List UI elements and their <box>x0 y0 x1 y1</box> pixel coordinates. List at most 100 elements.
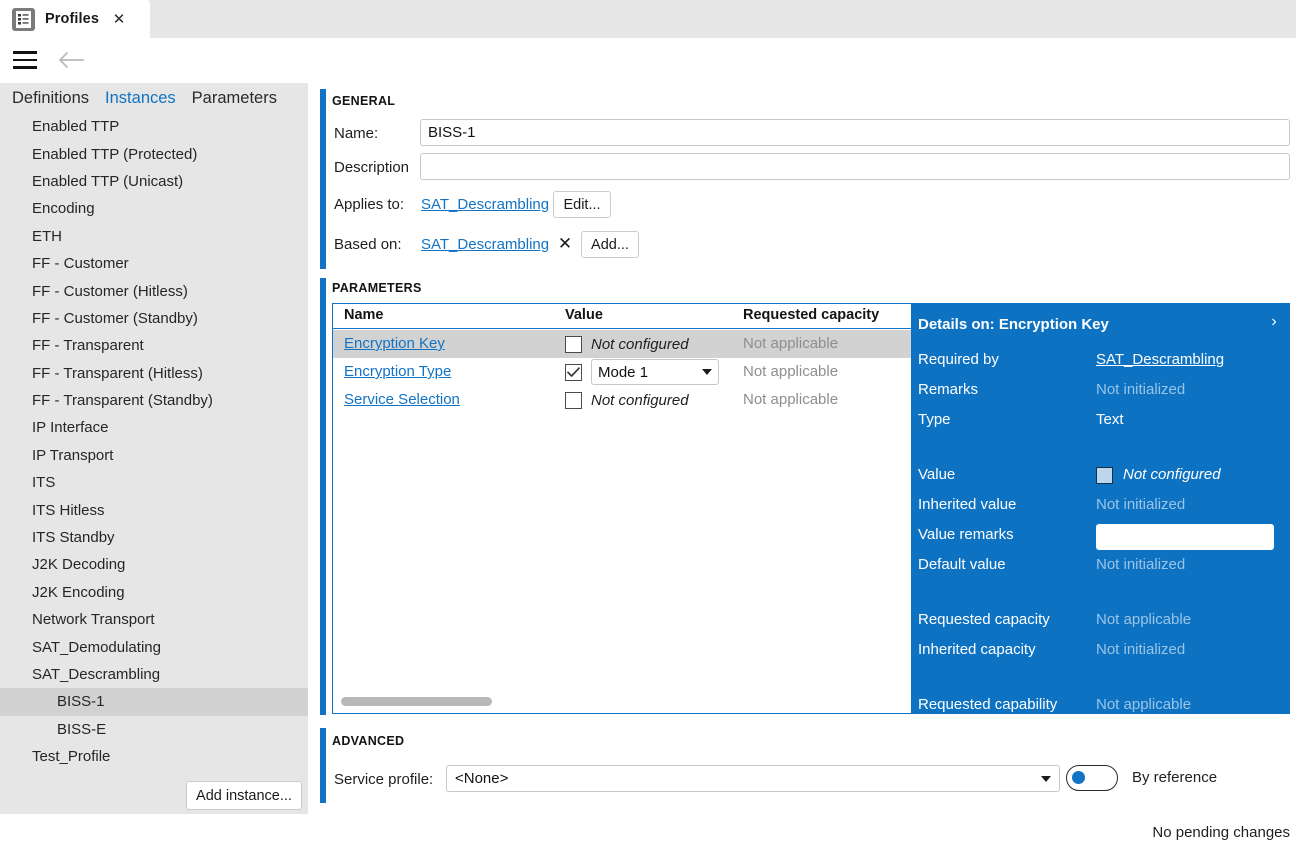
sidebar-item[interactable]: FF - Transparent <box>0 332 308 359</box>
dropdown-selected-value: Mode 1 <box>598 363 649 381</box>
tab-definitions[interactable]: Definitions <box>4 89 97 108</box>
sidebar-item-label: BISS-1 <box>57 693 105 711</box>
remove-based-on-icon[interactable]: ✕ <box>556 234 574 254</box>
tab-title: Profiles <box>45 11 99 27</box>
toolbar <box>0 38 1296 83</box>
sidebar-item-label: ITS <box>32 474 56 492</box>
parameter-name-link[interactable]: Encryption Key <box>344 335 445 352</box>
details-row: Default value Not initialized <box>911 552 1290 582</box>
profile-tree: Enabled TTP Enabled TTP (Protected) Enable… <box>0 113 308 793</box>
sidebar-item-label: Test_Profile <box>32 748 111 766</box>
sidebar-item[interactable]: IP Interface <box>0 414 308 441</box>
edit-button[interactable]: Edit... <box>553 191 611 218</box>
sidebar-item[interactable]: FF - Transparent (Hitless) <box>0 360 308 387</box>
add-instance-button[interactable]: Add instance... <box>186 781 302 810</box>
parameter-value-cell: Not configured <box>565 330 689 358</box>
sidebar-item[interactable]: Encoding <box>0 195 308 222</box>
value-remarks-input[interactable] <box>1096 524 1274 550</box>
details-panel-title: Details on: Encryption Key <box>918 316 1109 333</box>
general-section-heading: GENERAL <box>332 94 396 108</box>
parameter-value-cell: Not configured <box>565 386 689 414</box>
sidebar-item[interactable]: SAT_Descrambling <box>0 661 308 688</box>
by-reference-toggle[interactable] <box>1066 765 1118 791</box>
applies-to-link[interactable]: SAT_Descrambling <box>421 196 549 213</box>
description-input[interactable] <box>420 153 1290 180</box>
parameter-capacity-text: Not applicable <box>743 391 839 408</box>
sidebar-item-label: ETH <box>32 227 62 245</box>
checkbox-unchecked[interactable] <box>1096 467 1113 484</box>
service-profile-label: Service profile: <box>334 771 434 788</box>
sidebar-item[interactable]: BISS-1 <box>0 688 308 716</box>
details-row: Remarks Not initialized <box>911 377 1290 407</box>
details-row-key: Value <box>918 466 956 483</box>
hamburger-icon[interactable] <box>12 49 38 71</box>
details-row: Required by SAT_Descrambling <box>911 347 1290 377</box>
sidebar-item[interactable]: Enabled TTP (Protected) <box>0 140 308 167</box>
sidebar-item-label: J2K Encoding <box>32 583 125 601</box>
tab-instances[interactable]: Instances <box>97 89 184 108</box>
description-label: Description <box>334 159 410 176</box>
details-row-link[interactable]: SAT_Descrambling <box>1096 351 1224 368</box>
sidebar-item-label: J2K Decoding <box>32 556 126 574</box>
details-row-value: Not initialized <box>1096 556 1186 573</box>
chevron-down-icon <box>702 369 712 375</box>
sidebar-item[interactable]: ITS <box>0 469 308 496</box>
add-based-on-button[interactable]: Add... <box>581 231 639 258</box>
advanced-section-heading: ADVANCED <box>332 734 405 748</box>
sidebar-item[interactable]: J2K Decoding <box>0 551 308 578</box>
parameter-name-link[interactable]: Service Selection <box>344 391 460 408</box>
parameter-value-text: Not configured <box>591 391 689 409</box>
details-row: Value remarks <box>911 522 1290 552</box>
parameter-name-link[interactable]: Encryption Type <box>344 363 451 380</box>
details-row-value: Not configured <box>1123 466 1221 483</box>
applies-to-label: Applies to: <box>334 196 405 213</box>
sidebar-item[interactable]: Test_Profile <box>0 743 308 770</box>
column-header-name[interactable]: Name <box>344 307 384 323</box>
service-profile-select[interactable]: <None> <box>446 765 1060 792</box>
sidebar-item[interactable]: Network Transport <box>0 606 308 633</box>
details-row-value: Not initialized <box>1096 496 1186 513</box>
sidebar-item[interactable]: ITS Standby <box>0 524 308 551</box>
tab-parameters[interactable]: Parameters <box>184 89 285 108</box>
sidebar-item[interactable]: IP Transport <box>0 442 308 469</box>
sidebar-item-label: FF - Transparent <box>32 337 144 355</box>
sidebar-item[interactable]: FF - Customer (Standby) <box>0 305 308 332</box>
details-row: Value Not configured <box>911 462 1290 492</box>
checkbox-unchecked[interactable] <box>565 335 582 353</box>
sidebar-item[interactable]: FF - Customer <box>0 250 308 277</box>
sidebar-item-label: IP Interface <box>32 419 109 437</box>
checkbox-checked[interactable] <box>565 363 582 381</box>
sidebar-item[interactable]: FF - Customer (Hitless) <box>0 277 308 304</box>
sidebar-item-label: ITS Standby <box>32 529 115 547</box>
sidebar-item-label: Network Transport <box>32 611 155 629</box>
sidebar-item[interactable]: SAT_Demodulating <box>0 633 308 660</box>
checkbox-unchecked[interactable] <box>565 391 582 409</box>
sidebar-item[interactable]: BISS-E <box>0 716 308 743</box>
sidebar-item-label: ITS Hitless <box>32 501 105 519</box>
sidebar-item[interactable]: FF - Transparent (Standby) <box>0 387 308 414</box>
based-on-link[interactable]: SAT_Descrambling <box>421 236 549 253</box>
back-arrow-icon[interactable] <box>56 48 86 72</box>
sidebar: Definitions Instances Parameters Enabled… <box>0 83 308 814</box>
name-input[interactable]: BISS-1 <box>420 119 1290 146</box>
tab-profiles[interactable]: Profiles ✕ <box>0 0 150 38</box>
name-label: Name: <box>334 125 379 142</box>
sidebar-item-label: FF - Customer (Hitless) <box>32 282 188 300</box>
sidebar-item[interactable]: ETH <box>0 223 308 250</box>
sidebar-item-label: Enabled TTP (Unicast) <box>32 172 184 190</box>
column-header-requested-capacity[interactable]: Requested capacity <box>743 307 879 323</box>
parameter-value-dropdown[interactable]: Mode 1 <box>591 359 719 385</box>
close-icon[interactable]: ✕ <box>111 11 127 27</box>
column-header-value[interactable]: Value <box>565 307 603 323</box>
sidebar-item-label: FF - Customer (Standby) <box>32 309 198 327</box>
details-row-value: Text <box>1096 411 1124 428</box>
sidebar-item[interactable]: ITS Hitless <box>0 496 308 523</box>
details-panel: Details on: Encryption Key › Required by… <box>911 303 1290 714</box>
chevron-right-icon[interactable]: › <box>1266 313 1282 331</box>
sidebar-item[interactable]: J2K Encoding <box>0 579 308 606</box>
sidebar-item[interactable]: Enabled TTP (Unicast) <box>0 168 308 195</box>
details-row: Type Text <box>911 407 1290 437</box>
details-row-key: Requested capacity <box>918 611 1050 628</box>
sidebar-item[interactable]: Enabled TTP <box>0 113 308 140</box>
horizontal-scrollbar[interactable] <box>341 697 492 706</box>
